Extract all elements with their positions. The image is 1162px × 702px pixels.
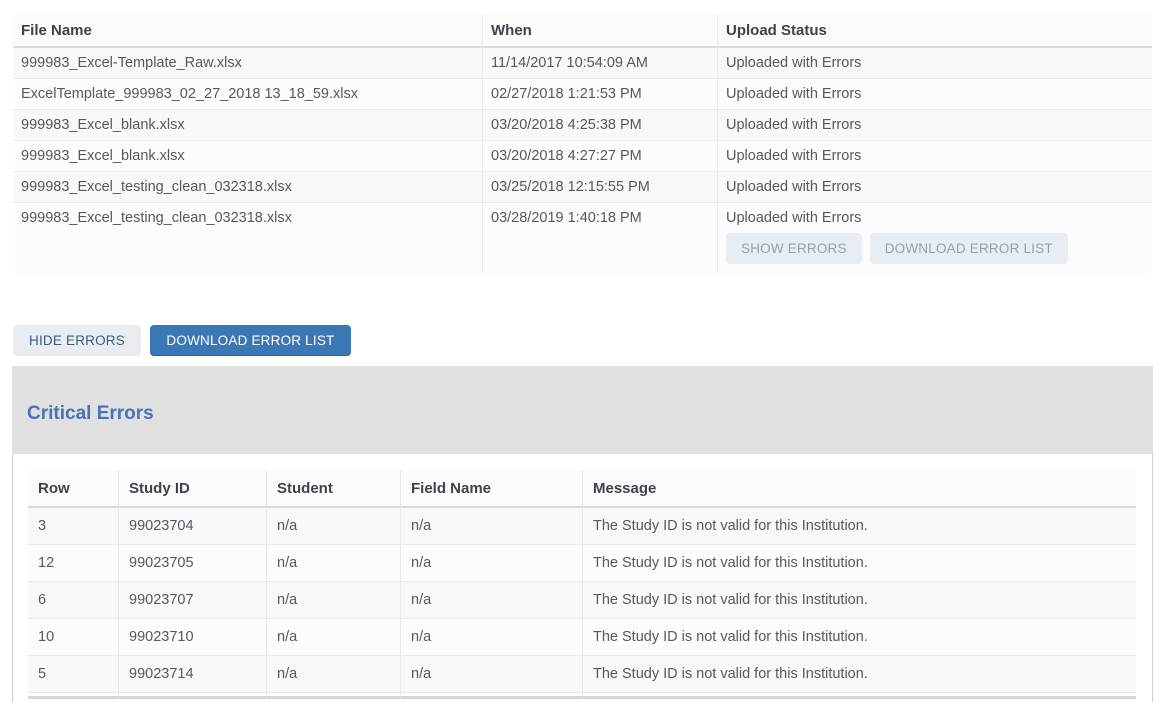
upload-table-header-row: File Name When Upload Status — [13, 15, 1152, 48]
row-number-cell: 10 — [28, 619, 118, 656]
partial-cell — [582, 693, 1136, 699]
upload-table-body: 999983_Excel-Template_Raw.xlsx11/14/2017… — [13, 48, 1152, 273]
download-error-list-row-button[interactable]: DOWNLOAD ERROR LIST — [870, 233, 1068, 264]
row-number-cell: 5 — [28, 656, 118, 693]
row-actions: SHOW ERRORS DOWNLOAD ERROR LIST — [726, 233, 1144, 266]
error-table-row: 1099023710n/an/aThe Study ID is not vali… — [28, 619, 1136, 656]
critical-errors-table: Row Study ID Student Field Name Message … — [28, 470, 1136, 699]
critical-errors-panel-body: Row Study ID Student Field Name Message … — [12, 454, 1153, 702]
partial-cell — [266, 693, 400, 699]
file-name-cell: ExcelTemplate_999983_02_27_2018 13_18_59… — [13, 79, 482, 110]
when-cell: 03/20/2018 4:27:27 PM — [482, 141, 717, 172]
student-cell: n/a — [266, 508, 400, 545]
file-name-cell: 999983_Excel-Template_Raw.xlsx — [13, 48, 482, 79]
field-name-cell: n/a — [400, 582, 582, 619]
upload-status-cell: Uploaded with Errors — [717, 172, 1152, 203]
column-header-student: Student — [266, 470, 400, 508]
critical-errors-panel: Critical Errors Row Study ID Student Fie… — [12, 366, 1153, 702]
show-errors-row-button[interactable]: SHOW ERRORS — [726, 233, 862, 264]
when-cell: 02/27/2018 1:21:53 PM — [482, 79, 717, 110]
upload-table-row: 999983_Excel-Template_Raw.xlsx11/14/2017… — [13, 48, 1152, 79]
field-name-cell: n/a — [400, 508, 582, 545]
error-table-body: 399023704n/an/aThe Study ID is not valid… — [28, 508, 1136, 699]
partial-cell — [400, 693, 582, 699]
row-number-cell: 6 — [28, 582, 118, 619]
student-cell: n/a — [266, 619, 400, 656]
when-cell: 11/14/2017 10:54:09 AM — [482, 48, 717, 79]
page: File Name When Upload Status 999983_Exce… — [0, 15, 1162, 702]
message-cell: The Study ID is not valid for this Insti… — [582, 619, 1136, 656]
message-cell: The Study ID is not valid for this Insti… — [582, 508, 1136, 545]
column-header-field-name: Field Name — [400, 470, 582, 508]
error-table-row: 599023714n/an/aThe Study ID is not valid… — [28, 656, 1136, 693]
upload-status-text: Uploaded with Errors — [726, 210, 1144, 226]
column-header-study-id: Study ID — [118, 470, 266, 508]
message-cell: The Study ID is not valid for this Insti… — [582, 656, 1136, 693]
upload-table-row: 999983_Excel_testing_clean_032318.xlsx03… — [13, 203, 1152, 273]
study-id-cell: 99023707 — [118, 582, 266, 619]
study-id-cell: 99023710 — [118, 619, 266, 656]
row-number-cell: 3 — [28, 508, 118, 545]
error-table-header-row: Row Study ID Student Field Name Message — [28, 470, 1136, 508]
file-name-cell: 999983_Excel_blank.xlsx — [13, 141, 482, 172]
upload-status-text: Uploaded with Errors — [726, 86, 1144, 102]
row-number-cell: 12 — [28, 545, 118, 582]
upload-table-header: File Name When Upload Status — [13, 15, 1152, 48]
upload-status-text: Uploaded with Errors — [726, 117, 1144, 133]
message-cell: The Study ID is not valid for this Insti… — [582, 545, 1136, 582]
file-name-cell: 999983_Excel_blank.xlsx — [13, 110, 482, 141]
error-toolbar: HIDE ERRORS DOWNLOAD ERROR LIST — [13, 325, 1162, 356]
column-header-file-name: File Name — [13, 15, 482, 48]
critical-errors-panel-header: Critical Errors — [12, 366, 1153, 454]
error-table-partial-row — [28, 693, 1136, 699]
upload-status-cell: Uploaded with Errors — [717, 79, 1152, 110]
error-table-header: Row Study ID Student Field Name Message — [28, 470, 1136, 508]
column-header-message: Message — [582, 470, 1136, 508]
partial-cell — [28, 693, 118, 699]
field-name-cell: n/a — [400, 545, 582, 582]
hide-errors-button[interactable]: HIDE ERRORS — [13, 325, 141, 356]
column-header-upload-status: Upload Status — [717, 15, 1152, 48]
upload-status-cell: Uploaded with Errors SHOW ERRORS DOWNLOAD … — [717, 203, 1152, 273]
student-cell: n/a — [266, 545, 400, 582]
upload-status-cell: Uploaded with Errors — [717, 48, 1152, 79]
student-cell: n/a — [266, 656, 400, 693]
study-id-cell: 99023705 — [118, 545, 266, 582]
error-table-row: 699023707n/an/aThe Study ID is not valid… — [28, 582, 1136, 619]
upload-table-row: 999983_Excel_blank.xlsx03/20/2018 4:27:2… — [13, 141, 1152, 172]
when-cell: 03/20/2018 4:25:38 PM — [482, 110, 717, 141]
student-cell: n/a — [266, 582, 400, 619]
file-name-cell: 999983_Excel_testing_clean_032318.xlsx — [13, 172, 482, 203]
error-table-row: 1299023705n/an/aThe Study ID is not vali… — [28, 545, 1136, 582]
upload-status-cell: Uploaded with Errors — [717, 110, 1152, 141]
partial-cell — [118, 693, 266, 699]
upload-table-row: ExcelTemplate_999983_02_27_2018 13_18_59… — [13, 79, 1152, 110]
upload-status-cell: Uploaded with Errors — [717, 141, 1152, 172]
message-cell: The Study ID is not valid for this Insti… — [582, 582, 1136, 619]
upload-table-row: 999983_Excel_testing_clean_032318.xlsx03… — [13, 172, 1152, 203]
column-header-row: Row — [28, 470, 118, 508]
critical-errors-title: Critical Errors — [27, 403, 1138, 425]
upload-history-table: File Name When Upload Status 999983_Exce… — [13, 15, 1152, 273]
study-id-cell: 99023714 — [118, 656, 266, 693]
download-error-list-button[interactable]: DOWNLOAD ERROR LIST — [150, 325, 350, 356]
column-header-when: When — [482, 15, 717, 48]
field-name-cell: n/a — [400, 656, 582, 693]
study-id-cell: 99023704 — [118, 508, 266, 545]
file-name-cell: 999983_Excel_testing_clean_032318.xlsx — [13, 203, 482, 273]
when-cell: 03/28/2019 1:40:18 PM — [482, 203, 717, 273]
when-cell: 03/25/2018 12:15:55 PM — [482, 172, 717, 203]
upload-status-text: Uploaded with Errors — [726, 148, 1144, 164]
field-name-cell: n/a — [400, 619, 582, 656]
upload-table-row: 999983_Excel_blank.xlsx03/20/2018 4:25:3… — [13, 110, 1152, 141]
upload-status-text: Uploaded with Errors — [726, 179, 1144, 195]
upload-status-text: Uploaded with Errors — [726, 55, 1144, 71]
error-table-row: 399023704n/an/aThe Study ID is not valid… — [28, 508, 1136, 545]
